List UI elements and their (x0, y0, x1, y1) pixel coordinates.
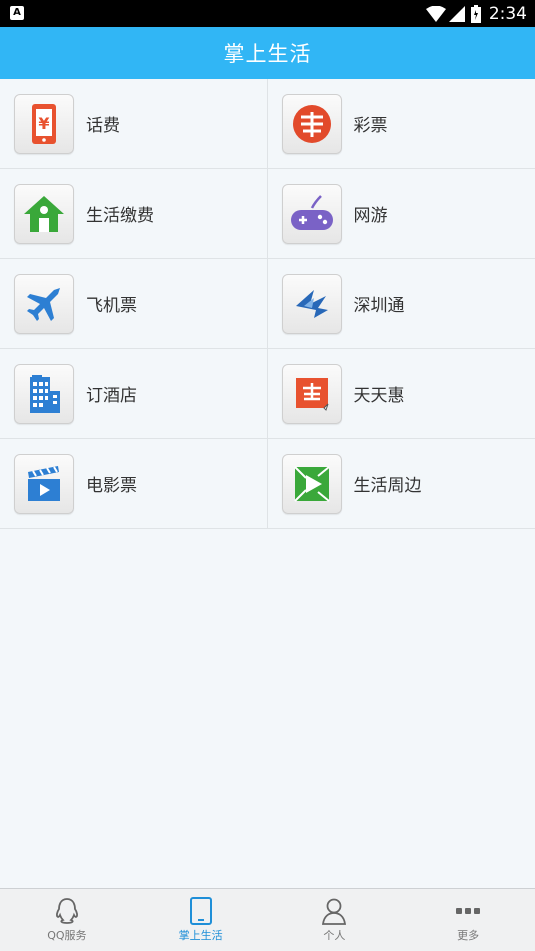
grid-item-nearby[interactable]: 生活周边 (268, 439, 535, 528)
grid-row: 生活缴费 网游 (0, 169, 535, 259)
gamepad-icon (281, 183, 342, 244)
grid-item-game[interactable]: 网游 (268, 169, 535, 258)
person-icon (322, 898, 347, 925)
grid-item-label: 彩票 (353, 116, 388, 136)
grid-item-airplane[interactable]: 飞机票 (0, 259, 268, 348)
tablet-icon (189, 897, 212, 925)
lottery-icon (281, 93, 342, 154)
service-grid: ¥ 话费 彩票 生活缴费 网游 飞机票 深圳通 订酒店 天天惠 电影票 生活周边 (0, 79, 535, 529)
discount-icon (281, 363, 342, 424)
tab-qq-service[interactable]: QQ服务 (0, 889, 134, 951)
bottom-tab-bar: QQ服务 掌上生活 个人 更多 (0, 888, 535, 951)
grid-item-label: 生活缴费 (86, 206, 154, 226)
grid-item-label: 生活周边 (353, 476, 422, 496)
grid-row: ¥ 话费 彩票 (0, 79, 535, 169)
grid-item-hotel[interactable]: 订酒店 (0, 349, 268, 438)
movie-icon (14, 453, 74, 514)
app-header: 掌上生活 (0, 27, 535, 79)
grid-item-label: 网游 (353, 206, 388, 226)
hotel-icon (14, 363, 74, 424)
tab-more[interactable]: 更多 (401, 889, 535, 951)
home-bill-icon (14, 183, 74, 244)
battery-icon (470, 4, 481, 23)
shenzhen-tong-icon (281, 273, 342, 334)
grid-row: 飞机票 深圳通 (0, 259, 535, 349)
grid-item-home-bill[interactable]: 生活缴费 (0, 169, 268, 258)
tab-label: QQ服务 (47, 929, 87, 942)
tab-life[interactable]: 掌上生活 (134, 889, 268, 951)
tab-label: 个人 (323, 929, 346, 942)
wifi-icon (425, 5, 446, 22)
grid-item-phone-bill[interactable]: ¥ 话费 (0, 79, 268, 168)
grid-item-discount[interactable]: 天天惠 (268, 349, 535, 438)
grid-item-label: 订酒店 (86, 386, 137, 406)
airplane-icon (14, 273, 74, 334)
grid-item-label: 电影票 (86, 476, 137, 496)
grid-item-label: 天天惠 (353, 386, 405, 406)
grid-row: 订酒店 天天惠 (0, 349, 535, 439)
page-title: 掌上生活 (223, 42, 312, 66)
status-bar: A 2:34 (0, 0, 535, 27)
phone-bill-icon: ¥ (14, 93, 74, 154)
grid-row: 电影票 生活周边 (0, 439, 535, 529)
svg-text:¥: ¥ (38, 114, 49, 133)
grid-item-label: 深圳通 (353, 296, 405, 316)
signal-icon (448, 5, 465, 22)
tab-label: 掌上生活 (178, 929, 223, 942)
grid-item-movie[interactable]: 电影票 (0, 439, 268, 528)
status-time: 2:34 (488, 3, 527, 24)
grid-item-label: 话费 (86, 116, 120, 136)
nearby-icon (281, 453, 342, 514)
grid-item-label: 飞机票 (86, 296, 137, 316)
qq-icon (55, 898, 78, 924)
grid-item-lottery[interactable]: 彩票 (268, 79, 535, 168)
grid-item-shenzhen-tong[interactable]: 深圳通 (268, 259, 535, 348)
tab-personal[interactable]: 个人 (268, 889, 402, 951)
more-icon (456, 908, 481, 914)
notification-a-icon: A (10, 6, 24, 20)
tab-label: 更多 (457, 929, 480, 942)
